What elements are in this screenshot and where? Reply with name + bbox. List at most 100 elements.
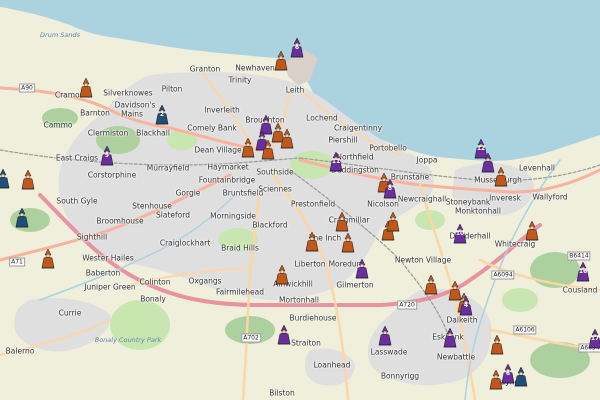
place-label: Inveresk: [489, 193, 521, 203]
cloaked-figure-icon: [274, 51, 288, 71]
cloaked-figure-icon: [0, 169, 10, 189]
place-label: Fountainbridge: [198, 175, 256, 185]
marker-count: 6: [505, 370, 511, 377]
place-label: Corstorphine: [87, 170, 137, 180]
place-label: Lasswade: [370, 347, 408, 357]
cloaked-figure-icon: [424, 275, 438, 295]
place-label: Broomhouse: [96, 216, 144, 226]
map-marker-purple[interactable]: 9: [100, 146, 114, 166]
cloaked-figure-icon: [494, 167, 508, 187]
place-label: Loanhead: [313, 360, 351, 370]
place-label: Cammo: [43, 120, 73, 130]
map-marker-orange[interactable]: [21, 170, 35, 190]
cloaked-figure-icon: [378, 326, 392, 346]
cloaked-figure-icon: [79, 78, 93, 98]
map-marker-purple[interactable]: 17: [588, 329, 600, 349]
marker-count: 10: [455, 230, 465, 237]
place-label: Morningside: [210, 211, 256, 221]
map-marker-orange[interactable]: [79, 78, 93, 98]
place-label: Blackhall: [136, 128, 170, 138]
place-label: Murrayfield: [146, 163, 190, 173]
place-label: Silverknowes: [103, 88, 153, 98]
map-marker-purple[interactable]: [277, 325, 291, 345]
road-label: A702: [241, 333, 261, 343]
map-marker-orange[interactable]: [490, 335, 504, 355]
place-label: Stoneybank: [445, 197, 491, 207]
place-label: Clermiston: [87, 128, 129, 138]
place-label: Blackford: [252, 220, 288, 230]
place-label: South Gyle: [56, 196, 98, 206]
map-marker-purple[interactable]: [481, 153, 495, 173]
place-label: Cousland: [562, 285, 598, 295]
place-label: Leith: [285, 85, 305, 95]
cloaked-figure-icon: [525, 221, 539, 241]
marker-count: 9: [104, 152, 110, 159]
place-label: Colinton: [139, 277, 171, 287]
place-label: Gilmerton: [336, 280, 374, 290]
cloaked-figure-icon: [443, 328, 457, 348]
place-label: Barnton: [80, 108, 110, 118]
map-marker-orange[interactable]: [386, 212, 400, 232]
place-label: Newhaven: [235, 63, 275, 73]
road-label: B6414: [567, 251, 591, 261]
map-marker-orange[interactable]: [424, 275, 438, 295]
place-label: Stenhouse: [132, 201, 172, 211]
map-marker-blue[interactable]: [15, 208, 29, 228]
map-marker-purple[interactable]: 10: [453, 224, 467, 244]
map-marker-orange[interactable]: [241, 138, 255, 158]
place-label: Fairmilehead: [215, 287, 265, 297]
map-marker-orange[interactable]: [525, 221, 539, 241]
place-label: Sighthill: [76, 232, 108, 242]
road-label: A6106: [513, 325, 537, 335]
marker-count: 16: [578, 268, 588, 275]
cloaked-figure-icon: [41, 249, 55, 269]
place-label: Joppa: [416, 155, 438, 165]
map-marker-purple[interactable]: 6: [501, 364, 515, 384]
map-marker-purple[interactable]: 16: [576, 262, 590, 282]
place-label: Mortonhall: [279, 295, 319, 305]
place-label: Pilton: [161, 84, 183, 94]
map-marker-orange[interactable]: [335, 212, 349, 232]
map-marker-orange[interactable]: [494, 167, 508, 187]
road-label: A720: [397, 300, 417, 310]
place-label: Newcraighall: [397, 194, 447, 204]
map-marker-purple[interactable]: 8: [383, 179, 397, 199]
road-label: A6094: [491, 270, 515, 280]
map-marker-purple[interactable]: [378, 326, 392, 346]
map-marker-purple[interactable]: 4: [459, 296, 473, 316]
place-label: Slateford: [156, 210, 190, 220]
marker-count: 11: [331, 158, 341, 165]
map-marker-blue[interactable]: [0, 169, 10, 189]
map-marker-orange[interactable]: [305, 232, 319, 252]
map-marker-orange[interactable]: [280, 129, 294, 149]
map-marker-purple[interactable]: 6: [290, 38, 304, 58]
cloaked-figure-icon: [514, 367, 528, 387]
map-marker-orange[interactable]: [275, 265, 289, 285]
map-marker-blue[interactable]: [514, 367, 528, 387]
place-label: Dean Village: [194, 145, 242, 155]
map-marker-blue[interactable]: 2: [155, 105, 169, 125]
map-canvas[interactable]: Granton Newhaven Trinity Leith Cramond Silver…: [0, 0, 600, 400]
place-label: Davidson's: [114, 100, 156, 110]
marker-count: 2: [159, 111, 165, 118]
map-marker-orange[interactable]: [261, 140, 275, 160]
cloaked-figure-icon: [386, 212, 400, 232]
place-label: Braid Hills: [221, 243, 259, 253]
place-label: Portobello: [369, 143, 407, 153]
map-marker-purple[interactable]: [355, 259, 369, 279]
marker-count: 17: [590, 335, 600, 342]
marker-count: 12: [476, 145, 486, 152]
map-marker-orange[interactable]: [41, 249, 55, 269]
cloaked-figure-icon: [341, 233, 355, 253]
map-marker-purple[interactable]: [443, 328, 457, 348]
place-label: Haymarket: [207, 162, 249, 172]
map-marker-orange[interactable]: [274, 51, 288, 71]
cloaked-figure-icon: [481, 153, 495, 173]
map-marker-orange[interactable]: [341, 233, 355, 253]
map-marker-purple[interactable]: 11: [329, 152, 343, 172]
place-label: Inverleith: [204, 105, 240, 115]
cloaked-figure-icon: [490, 335, 504, 355]
map-marker-orange[interactable]: [489, 370, 503, 390]
place-label: Bonaly: [140, 294, 166, 304]
place-label: Bonnyrigg: [380, 371, 420, 381]
